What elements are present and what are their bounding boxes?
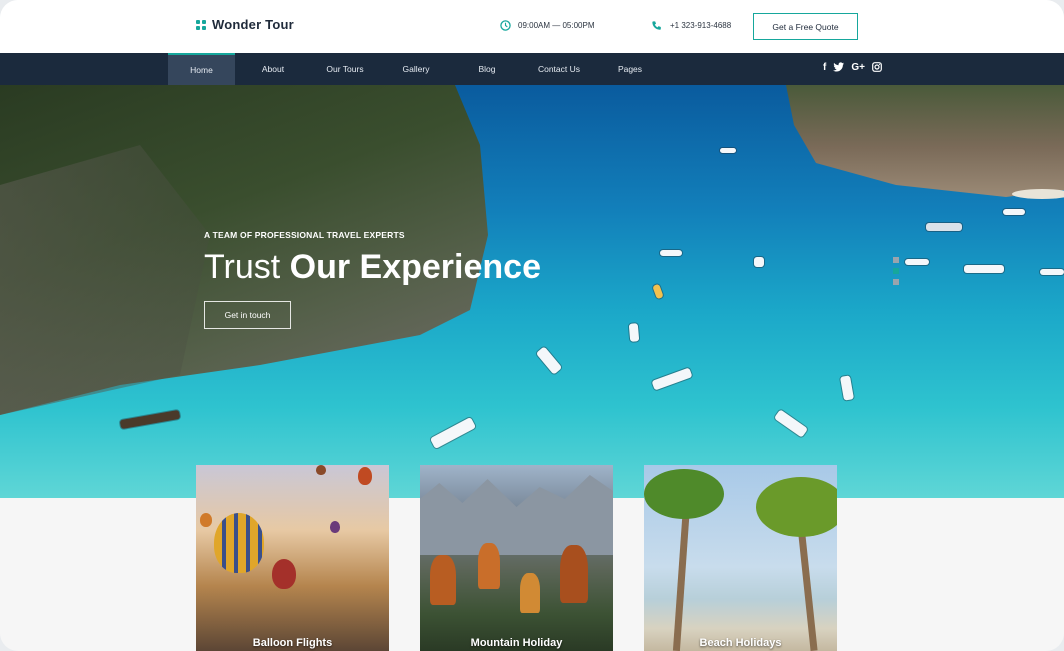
palm-leaves xyxy=(644,469,724,519)
logo-text: Wonder Tour xyxy=(212,17,294,32)
balloon-image xyxy=(214,513,264,573)
boat xyxy=(1003,209,1025,215)
main-nav: Home About Our Tours Gallery Blog Contac… xyxy=(0,53,1064,85)
boat xyxy=(720,148,736,153)
hero-caption: A TEAM OF PROFESSIONAL TRAVEL EXPERTS Tr… xyxy=(204,230,541,287)
hero-eyebrow: A TEAM OF PROFESSIONAL TRAVEL EXPERTS xyxy=(204,230,405,240)
tree xyxy=(478,543,500,589)
slider-dot-active[interactable] xyxy=(893,268,899,274)
opening-hours: 09:00AM — 05:00PM xyxy=(500,20,594,31)
hero-image-cliff-right xyxy=(786,85,1064,197)
boat xyxy=(926,223,962,231)
balloon-image xyxy=(330,521,340,533)
logo[interactable]: Wonder Tour xyxy=(196,17,294,32)
instagram-icon[interactable] xyxy=(872,61,882,73)
balloon-image xyxy=(200,513,212,527)
boat xyxy=(652,283,664,300)
card-label: Balloon Flights xyxy=(252,637,333,649)
palm-leaves xyxy=(756,477,837,537)
boat xyxy=(660,250,682,256)
hero-headline-bold: Our Experience xyxy=(289,248,541,286)
logo-icon xyxy=(196,19,206,30)
boat xyxy=(628,323,640,342)
mountain-image xyxy=(420,475,613,555)
hero-image-beach xyxy=(1012,189,1064,199)
nav-item-home[interactable]: Home xyxy=(168,53,235,85)
boat xyxy=(839,375,855,401)
nav-item-blog[interactable]: Blog xyxy=(465,53,509,85)
boat xyxy=(651,367,693,391)
boat xyxy=(773,409,809,438)
tree xyxy=(430,555,456,605)
balloon-image xyxy=(358,467,372,485)
top-header: Wonder Tour 09:00AM — 05:00PM +1 323-913… xyxy=(0,0,1064,53)
clock-icon xyxy=(500,20,511,31)
hero-headline: Trust Our Experience xyxy=(204,248,541,287)
boat xyxy=(905,259,929,265)
slider-dot[interactable] xyxy=(893,279,899,285)
nav-item-contact-us[interactable]: Contact Us xyxy=(528,53,590,85)
twitter-icon[interactable] xyxy=(833,61,845,73)
balloon-image xyxy=(316,465,326,475)
nav-item-our-tours[interactable]: Our Tours xyxy=(313,53,377,85)
boat xyxy=(1040,269,1064,275)
tour-card-balloon-flights[interactable]: Balloon Flights xyxy=(196,465,389,651)
slider-dot[interactable] xyxy=(893,257,899,263)
tree xyxy=(520,573,540,613)
nav-item-gallery[interactable]: Gallery xyxy=(390,53,442,85)
tour-card-beach-holidays[interactable]: Beach Holidays xyxy=(644,465,837,651)
hero-headline-light: Trust xyxy=(204,248,281,286)
palm-trunk xyxy=(672,504,691,651)
card-label: Beach Holidays xyxy=(699,637,782,649)
phone-icon xyxy=(652,21,661,30)
google-plus-icon[interactable]: G+ xyxy=(851,61,865,73)
hero-slider: A TEAM OF PROFESSIONAL TRAVEL EXPERTS Tr… xyxy=(0,85,1064,498)
boat xyxy=(119,409,181,430)
slider-dots xyxy=(893,257,899,285)
balloon-image xyxy=(272,559,296,589)
phone-text: +1 323-913-4688 xyxy=(670,21,732,30)
facebook-icon[interactable]: f xyxy=(823,61,826,73)
social-links: f G+ xyxy=(823,61,882,73)
hours-text: 09:00AM — 05:00PM xyxy=(518,21,595,30)
free-quote-button[interactable]: Get a Free Quote xyxy=(753,13,858,40)
tour-card-mountain-holiday[interactable]: Mountain Holiday xyxy=(420,465,613,651)
boat xyxy=(754,257,764,267)
page-frame: Wonder Tour 09:00AM — 05:00PM +1 323-913… xyxy=(0,0,1064,651)
card-label: Mountain Holiday xyxy=(470,637,563,649)
phone-contact[interactable]: +1 323-913-4688 xyxy=(651,20,731,31)
boat xyxy=(429,416,477,450)
nav-item-about[interactable]: About xyxy=(247,53,299,85)
boat xyxy=(535,346,563,375)
boat xyxy=(964,265,1004,273)
nav-item-pages[interactable]: Pages xyxy=(608,53,652,85)
palm-trunk xyxy=(797,524,818,651)
tree xyxy=(560,545,588,603)
get-in-touch-button[interactable]: Get in touch xyxy=(204,301,291,329)
